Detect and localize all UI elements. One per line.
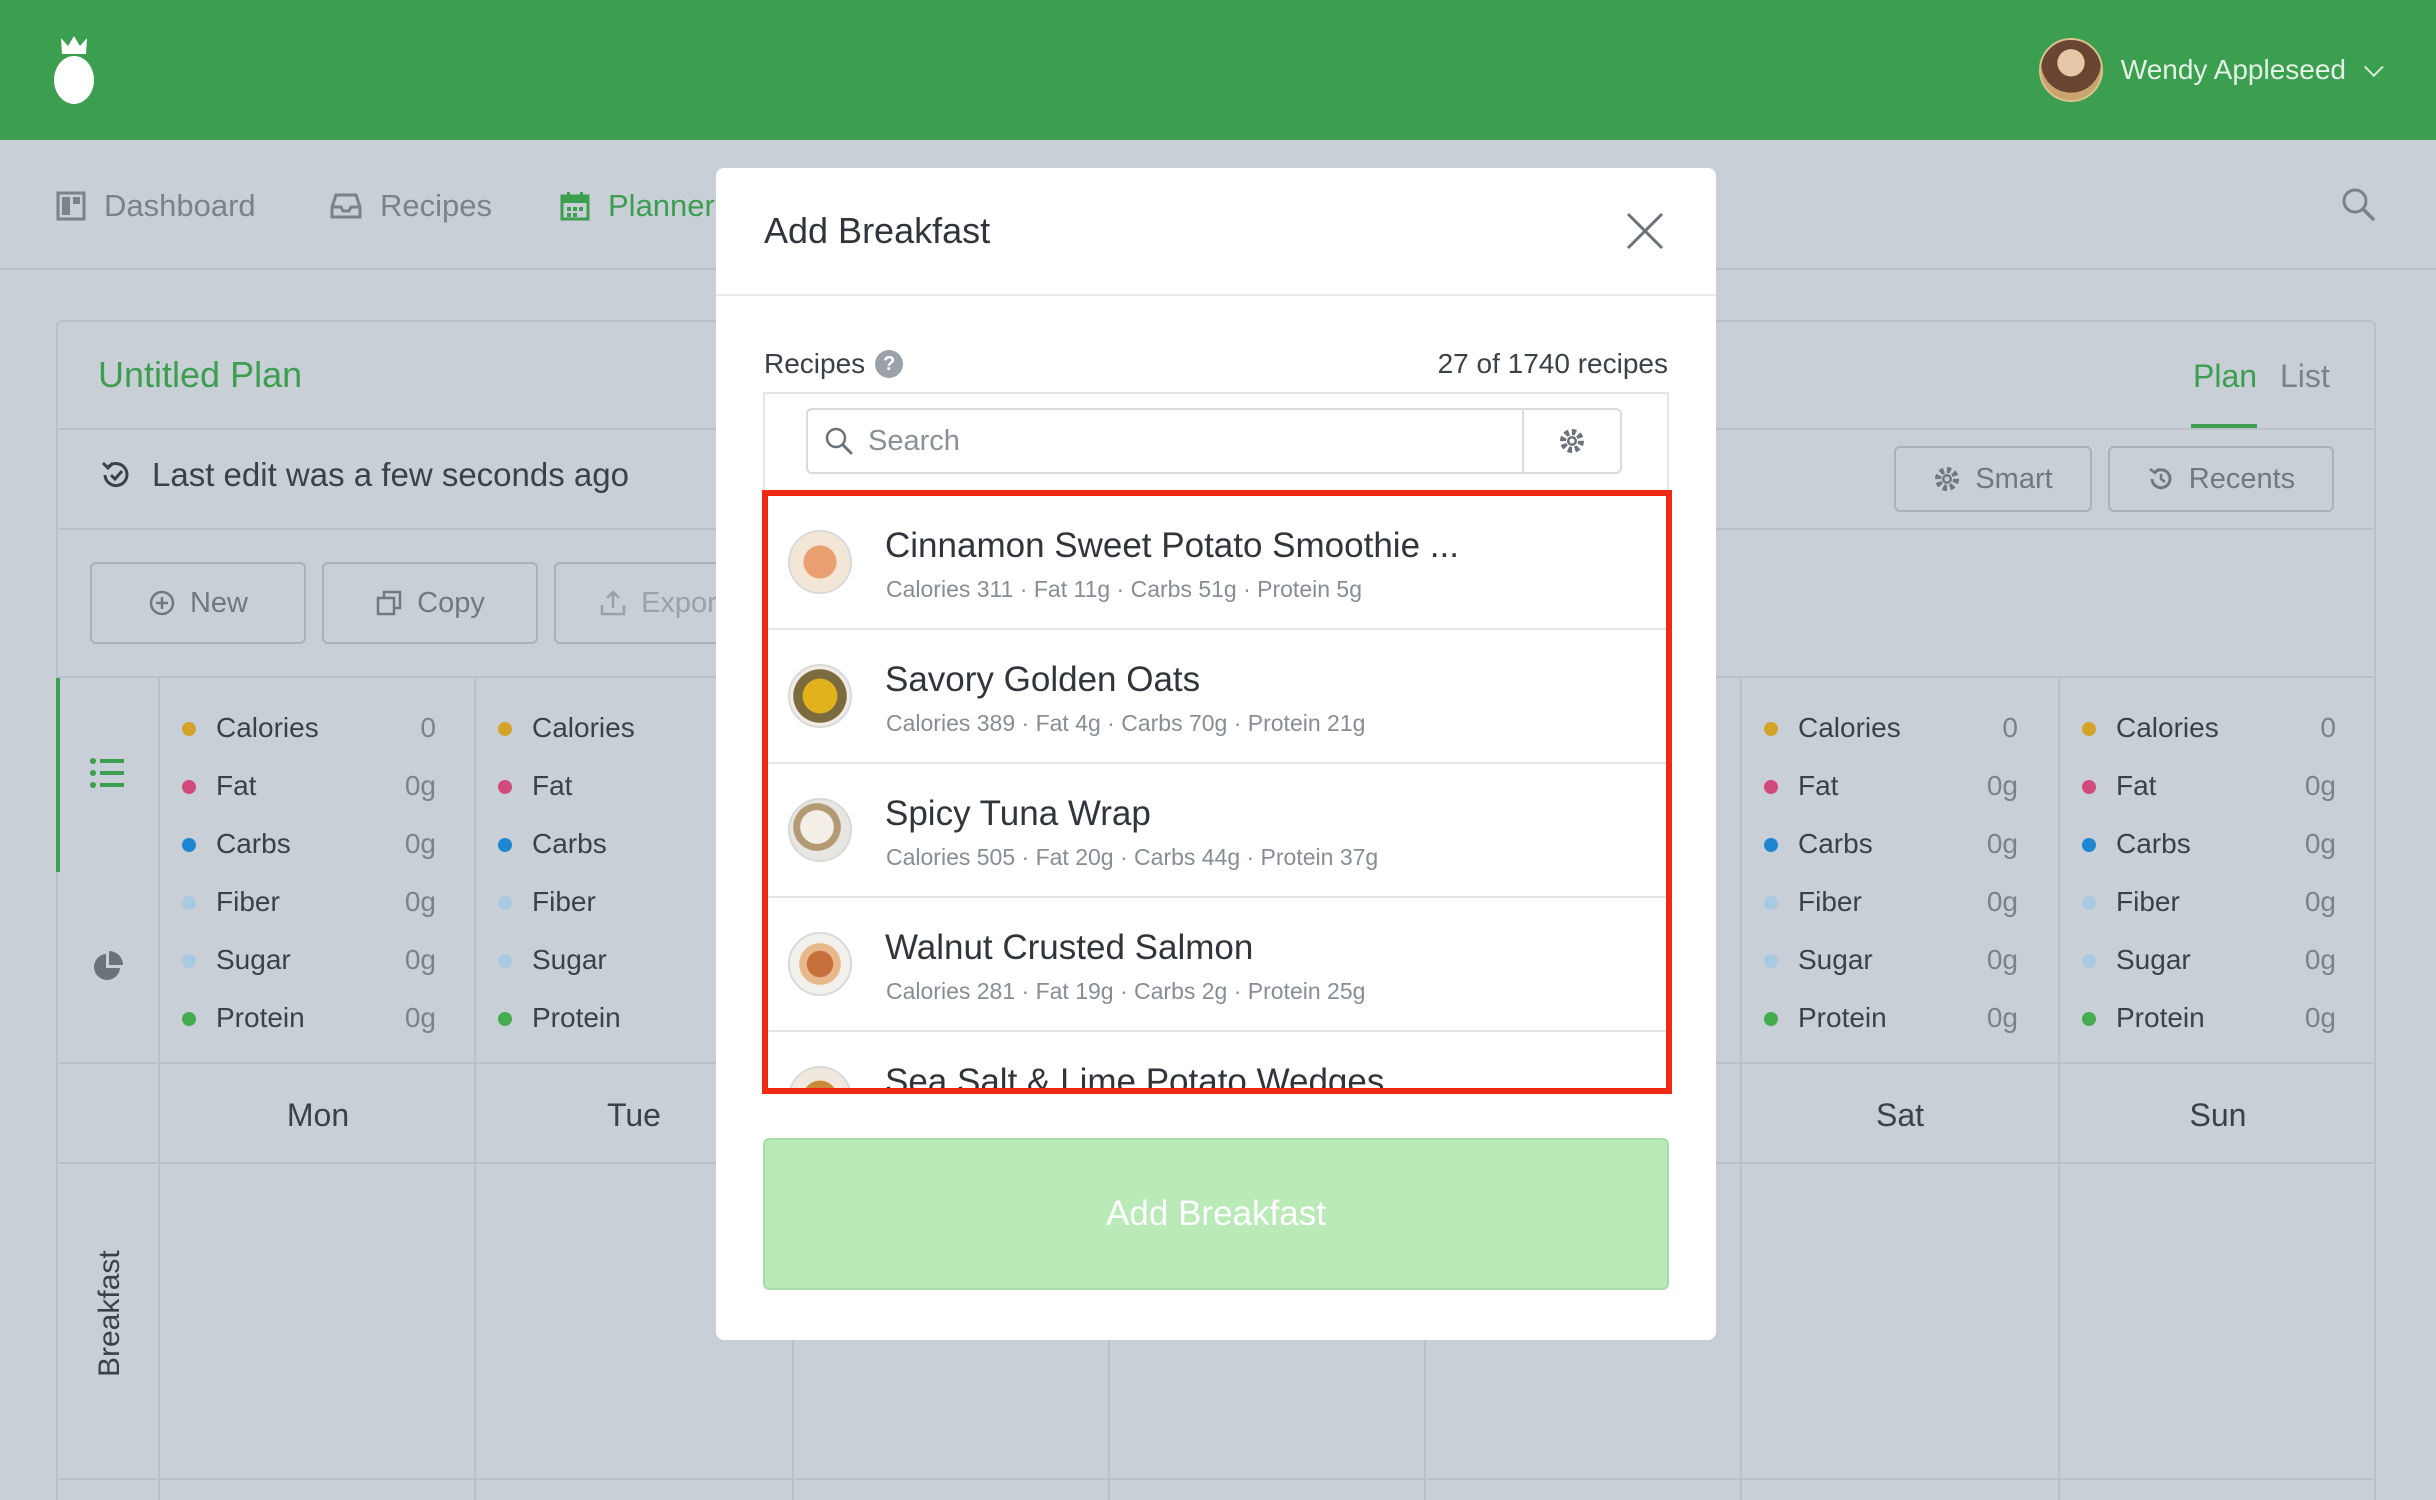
calendar-icon: [560, 192, 590, 221]
recipes-label-text: Recipes: [764, 348, 866, 379]
last-edit-status: Last edit was a few seconds ago: [98, 456, 629, 494]
recents-button[interactable]: Recents: [2108, 446, 2334, 512]
dashboard-icon: [56, 191, 86, 221]
history-icon: [101, 461, 129, 488]
day-header-mon: Mon: [286, 1097, 350, 1133]
day-header-sat: Sat: [1875, 1097, 1925, 1133]
recipe-item[interactable]: Walnut Crusted Salmon Calories 281 · Fat…: [768, 898, 1666, 1032]
nutrient-row: Calories 0: [1742, 704, 2038, 762]
nav-planner-label: Planner: [608, 188, 715, 223]
recipe-nutrition: Calories 281 · Fat 19g · Carbs 2g · Prot…: [886, 978, 1366, 1004]
recipe-nutrition: Calories 389 · Fat 4g · Carbs 70g · Prot…: [886, 710, 1366, 736]
new-label: New: [189, 586, 248, 619]
recipe-item[interactable]: Savory Golden Oats Calories 389 · Fat 4g…: [768, 630, 1666, 764]
recipe-thumbnail: [788, 1066, 852, 1088]
recipe-nutrition: Calories 311 · Fat 11g · Carbs 51g · Pro…: [886, 576, 1362, 602]
nutrient-row: Fiber 0g: [2060, 878, 2356, 936]
nutrient-row: Sugar 0g: [1742, 936, 2038, 994]
last-edit-text: Last edit was a few seconds ago: [152, 456, 629, 493]
plan-title[interactable]: Untitled Plan: [98, 354, 302, 396]
nutrient-row: Fat 0g: [160, 762, 456, 820]
nutrient-row: Fat 0g: [1742, 762, 2038, 820]
nutrient-row: Fat 0g: [2060, 762, 2356, 820]
recipes-label: Recipes ?: [764, 348, 904, 380]
new-button[interactable]: New: [90, 562, 306, 644]
recents-label: Recents: [2188, 462, 2296, 495]
recipe-thumbnail: [788, 932, 852, 996]
history-icon: [2149, 468, 2172, 490]
recipe-list: Cinnamon Sweet Potato Smoothie ... Calor…: [768, 496, 1666, 1088]
nutrition-summary-mon: Calories 0 Fat 0g Carbs 0g Fiber 0g Sugar 0g …: [160, 704, 456, 1052]
recipe-count: 27 of 1740 recipes: [1437, 348, 1668, 379]
copy-button[interactable]: Copy: [322, 562, 538, 644]
close-icon[interactable]: [1622, 208, 1668, 254]
nutrient-row: Calories 0: [160, 704, 456, 762]
add-breakfast-button[interactable]: Add Breakfast: [763, 1138, 1669, 1290]
nutrient-row: Calories 0: [2060, 704, 2356, 762]
recipe-item[interactable]: Sea Salt & Lime Potato Wedges: [768, 1032, 1666, 1088]
nutrient-row: Sugar 0g: [2060, 936, 2356, 994]
nutrient-row: Carbs 0g: [160, 820, 456, 878]
recipe-name: Spicy Tuna Wrap: [885, 794, 1151, 833]
recipe-nutrition: Calories 505 · Fat 20g · Carbs 44g · Pro…: [886, 844, 1379, 870]
recipe-name: Savory Golden Oats: [885, 660, 1201, 699]
nutrient-row: Protein 0g: [2060, 994, 2356, 1052]
nav-active-underline: [561, 126, 719, 130]
side-active-marker: [56, 678, 60, 872]
plus-circle-icon: [149, 590, 175, 616]
nutrient-row: Protein 0g: [1742, 994, 2038, 1052]
avatar: [2038, 38, 2103, 102]
gear-icon: [1935, 467, 1960, 491]
list-icon[interactable]: [90, 758, 124, 788]
search-icon[interactable]: [2340, 186, 2376, 222]
nav-planner[interactable]: Planner: [560, 188, 715, 224]
pie-chart-icon[interactable]: [92, 950, 124, 982]
recipe-search-input[interactable]: [806, 408, 1524, 474]
upload-icon: [600, 590, 626, 616]
recipe-name: Walnut Crusted Salmon: [885, 928, 1254, 967]
nutrition-summary-sun: Calories 0 Fat 0g Carbs 0g Fiber 0g Sugar 0g …: [2060, 704, 2356, 1052]
nav-recipes[interactable]: Recipes: [330, 188, 492, 224]
recipe-name: Cinnamon Sweet Potato Smoothie ...: [885, 526, 1459, 565]
divider: [58, 1478, 2374, 1480]
tray-icon: [330, 193, 362, 219]
nav-recipes-label: Recipes: [380, 188, 492, 223]
gear-icon: [1560, 429, 1584, 453]
copy-label: Copy: [417, 586, 485, 619]
search-field[interactable]: [868, 424, 1468, 458]
search-icon: [825, 427, 853, 455]
copy-icon: [376, 590, 402, 616]
nutrient-row: Fiber 0g: [160, 878, 456, 936]
add-breakfast-modal: Add Breakfast Recipes ? 27 of 1740 recip…: [716, 168, 1716, 1340]
recipe-name: Sea Salt & Lime Potato Wedges: [885, 1062, 1385, 1088]
smart-label: Smart: [1975, 462, 2053, 495]
modal-divider: [716, 294, 1716, 296]
recipe-thumbnail: [788, 664, 852, 728]
nutrient-row: Carbs 0g: [1742, 820, 2038, 878]
recipe-thumbnail: [788, 798, 852, 862]
recipe-thumbnail: [788, 530, 852, 594]
nutrient-row: Fiber 0g: [1742, 878, 2038, 936]
nav-dashboard[interactable]: Dashboard: [56, 188, 256, 224]
recipe-item[interactable]: Cinnamon Sweet Potato Smoothie ... Calor…: [768, 496, 1666, 630]
user-menu[interactable]: Wendy Appleseed: [2038, 38, 2384, 102]
nutrition-summary-sat: Calories 0 Fat 0g Carbs 0g Fiber 0g Sugar 0g …: [1742, 704, 2038, 1052]
user-name: Wendy Appleseed: [2120, 54, 2346, 85]
help-icon[interactable]: ?: [875, 350, 904, 378]
modal-title: Add Breakfast: [764, 210, 991, 251]
tab-plan[interactable]: Plan: [2193, 358, 2257, 395]
tab-list[interactable]: List: [2280, 358, 2330, 395]
nutrient-row: Sugar 0g: [160, 936, 456, 994]
export-label: Export: [641, 586, 725, 619]
search-settings-button[interactable]: [1522, 408, 1622, 474]
recipe-item[interactable]: Spicy Tuna Wrap Calories 505 · Fat 20g ·…: [768, 764, 1666, 898]
nutrient-row: Carbs 0g: [2060, 820, 2356, 878]
app-logo-icon[interactable]: [52, 34, 96, 106]
nav-dashboard-label: Dashboard: [104, 188, 256, 223]
meal-label-breakfast: Breakfast: [93, 1250, 126, 1377]
nutrient-row: Protein 0g: [160, 994, 456, 1052]
smart-button[interactable]: Smart: [1894, 446, 2092, 512]
day-header-sun: Sun: [2189, 1097, 2247, 1133]
